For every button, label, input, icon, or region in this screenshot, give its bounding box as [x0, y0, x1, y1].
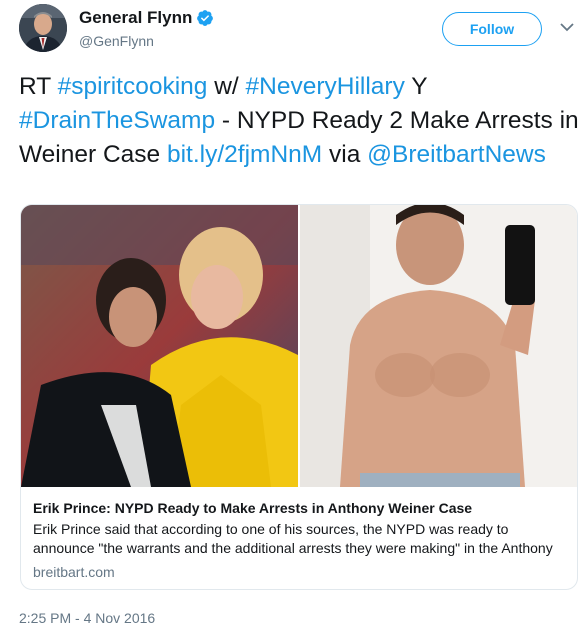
card-photo-left — [21, 205, 298, 487]
author-name-row: General Flynn — [79, 8, 214, 28]
author-avatar[interactable] — [19, 4, 67, 52]
link-preview-card[interactable]: Erik Prince: NYPD Ready to Make Arrests … — [20, 204, 578, 590]
follow-button[interactable]: Follow — [442, 12, 542, 46]
card-image[interactable] — [21, 205, 577, 487]
url-link[interactable]: bit.ly/2fjmNnM — [167, 141, 322, 168]
avatar-portrait-icon — [19, 4, 67, 52]
author-display-name[interactable]: General Flynn — [79, 8, 192, 28]
mention-link[interactable]: @BreitbartNews — [367, 141, 546, 168]
hashtag-link[interactable]: #DrainTheSwamp — [19, 107, 215, 134]
card-domain: breitbart.com — [33, 564, 115, 580]
hashtag-link[interactable]: #NeveryHillary — [246, 73, 405, 100]
tweet-text-segment: w/ — [207, 73, 246, 100]
card-description: Erik Prince said that according to one o… — [33, 521, 553, 556]
tweet-timestamp[interactable]: 2:25 PM - 4 Nov 2016 — [19, 610, 155, 626]
card-title[interactable]: Erik Prince: NYPD Ready to Make Arrests … — [33, 500, 569, 516]
tweet-text: RT #spiritcooking w/ #NeveryHillary Y #D… — [19, 70, 579, 172]
author-handle[interactable]: @GenFlynn — [79, 33, 154, 49]
tweet-text-segment: RT — [19, 73, 58, 100]
hashtag-link[interactable]: #spiritcooking — [58, 73, 208, 100]
tweet-text-segment: Y — [404, 73, 428, 100]
tweet-text-segment: via — [322, 141, 368, 168]
verified-badge-icon — [197, 10, 214, 26]
chevron-down-icon[interactable] — [558, 18, 576, 36]
card-photo-right — [300, 205, 577, 487]
card-body: Erik Prince: NYPD Ready to Make Arrests … — [33, 500, 569, 580]
